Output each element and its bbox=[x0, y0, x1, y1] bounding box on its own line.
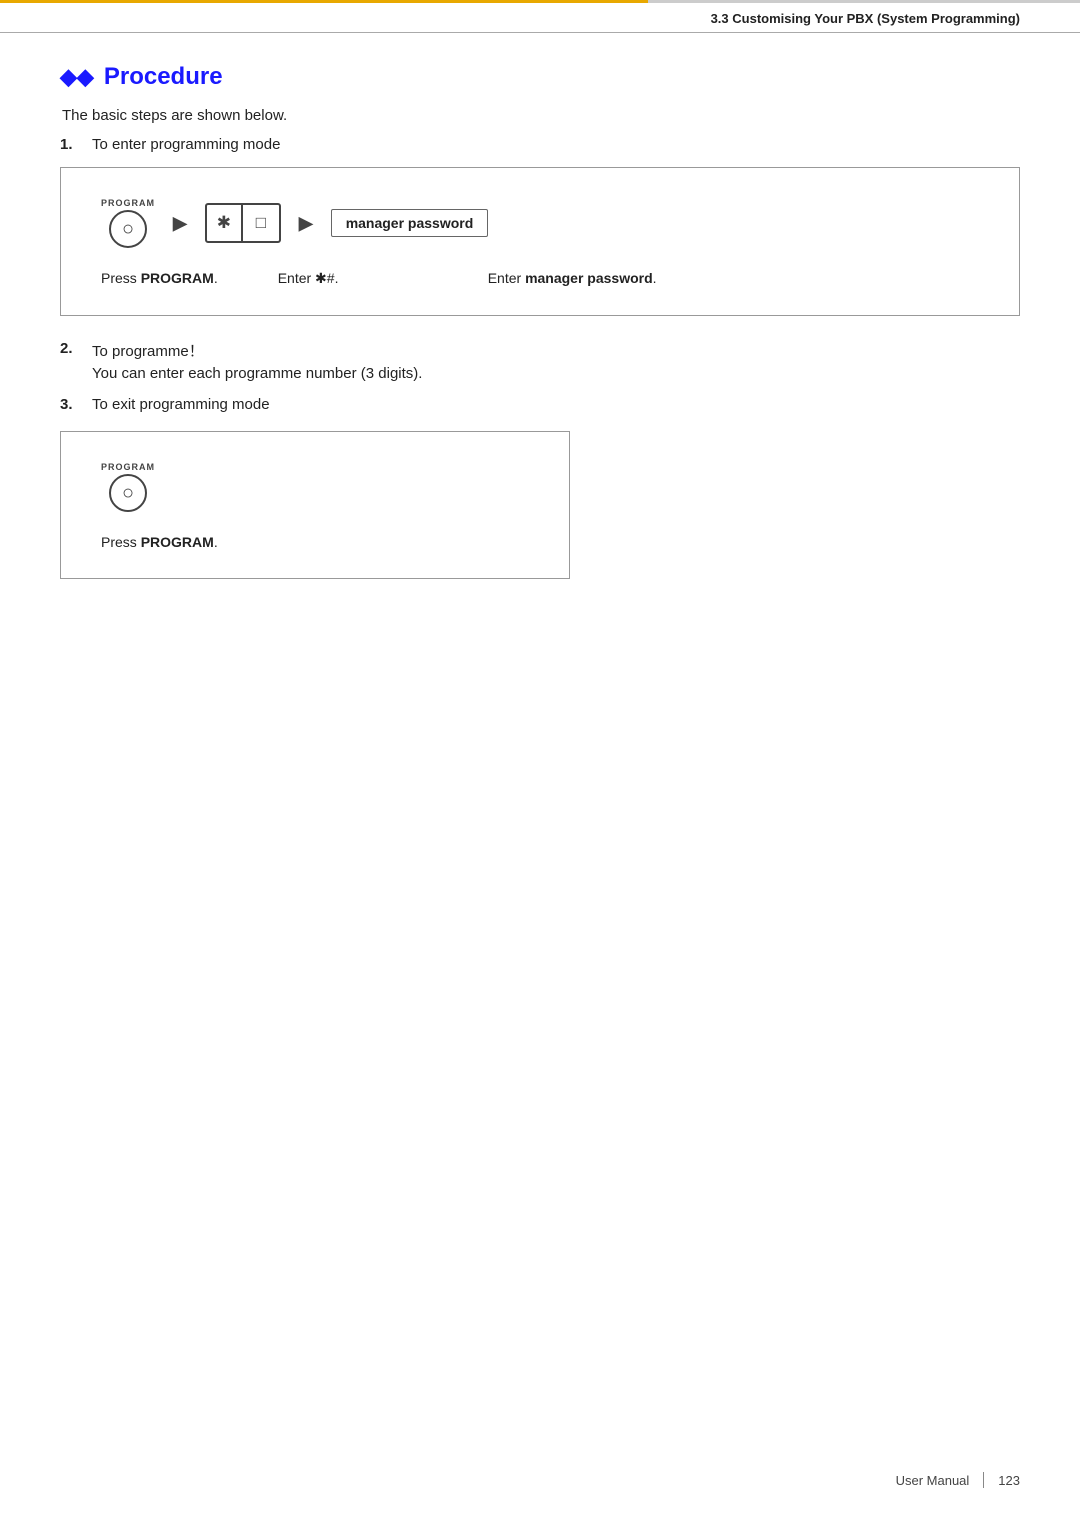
program-button-2: PROGRAM ○ bbox=[101, 462, 155, 512]
step-2-num: 2. bbox=[60, 340, 80, 361]
footer-page: 123 bbox=[998, 1473, 1020, 1488]
header-title: 3.3 Customising Your PBX (System Program… bbox=[711, 11, 1020, 26]
footer-text: User Manual bbox=[896, 1473, 970, 1488]
intro-text: The basic steps are shown below. bbox=[62, 107, 1020, 124]
program-label-2: PROGRAM bbox=[101, 462, 155, 472]
page-footer: User Manual 123 bbox=[896, 1472, 1020, 1488]
step-1-text: To enter programming mode bbox=[92, 136, 280, 153]
footer-divider bbox=[983, 1472, 984, 1488]
key-box: ✱ □ bbox=[205, 203, 281, 243]
program-label: PROGRAM bbox=[101, 198, 155, 208]
diag-label-2: Enter ✱#. bbox=[278, 270, 438, 287]
section-diamonds: ◆◆ bbox=[60, 64, 94, 90]
diagram-labels: Press PROGRAM. Enter ✱#. Enter manager p… bbox=[101, 270, 979, 287]
step-3-block: 3. To exit programming mode bbox=[60, 396, 1020, 413]
section-heading: ◆◆ Procedure bbox=[60, 63, 1020, 91]
page-header: 3.3 Customising Your PBX (System Program… bbox=[0, 3, 1080, 33]
star-key: ✱ bbox=[207, 205, 243, 241]
diagram-row-1: PROGRAM ○ ▶ ✱ □ ▶ manager password bbox=[101, 198, 979, 248]
step-2-line1: 2. To programme！ bbox=[60, 340, 1020, 361]
password-box: manager password bbox=[331, 209, 489, 237]
step-3-text: To exit programming mode bbox=[92, 396, 270, 413]
diagram-box-2: PROGRAM ○ Press PROGRAM. bbox=[60, 431, 570, 579]
program-circle: ○ bbox=[109, 210, 147, 248]
step-2-block: 2. To programme！ You can enter each prog… bbox=[60, 340, 1020, 382]
step-2-subtext: You can enter each programme number (3 d… bbox=[92, 365, 1020, 382]
main-content: ◆◆ Procedure The basic steps are shown b… bbox=[0, 63, 1080, 663]
arrow-1: ▶ bbox=[173, 213, 187, 234]
step-1-label: 1. To enter programming mode bbox=[60, 136, 1020, 153]
diag-label-3: Enter manager password. bbox=[488, 270, 657, 286]
hash-key: □ bbox=[243, 205, 279, 241]
program-circle-2: ○ bbox=[109, 474, 147, 512]
diagram-box-1: PROGRAM ○ ▶ ✱ □ ▶ manager password Pr bbox=[60, 167, 1020, 316]
step-3-num: 3. bbox=[60, 396, 80, 413]
step-3-label: 3. To exit programming mode bbox=[60, 396, 1020, 413]
page-container: 3.3 Customising Your PBX (System Program… bbox=[0, 0, 1080, 1528]
diagram-row-2: PROGRAM ○ bbox=[101, 462, 529, 512]
diag-label-1: Press PROGRAM. bbox=[101, 270, 218, 286]
step-1-num: 1. bbox=[60, 136, 80, 153]
program-button: PROGRAM ○ bbox=[101, 198, 155, 248]
arrow-2: ▶ bbox=[299, 213, 313, 234]
step-2-text: To programme！ bbox=[92, 340, 204, 361]
diag-label-2-1: Press PROGRAM. bbox=[101, 534, 529, 550]
section-title: Procedure bbox=[104, 63, 223, 91]
